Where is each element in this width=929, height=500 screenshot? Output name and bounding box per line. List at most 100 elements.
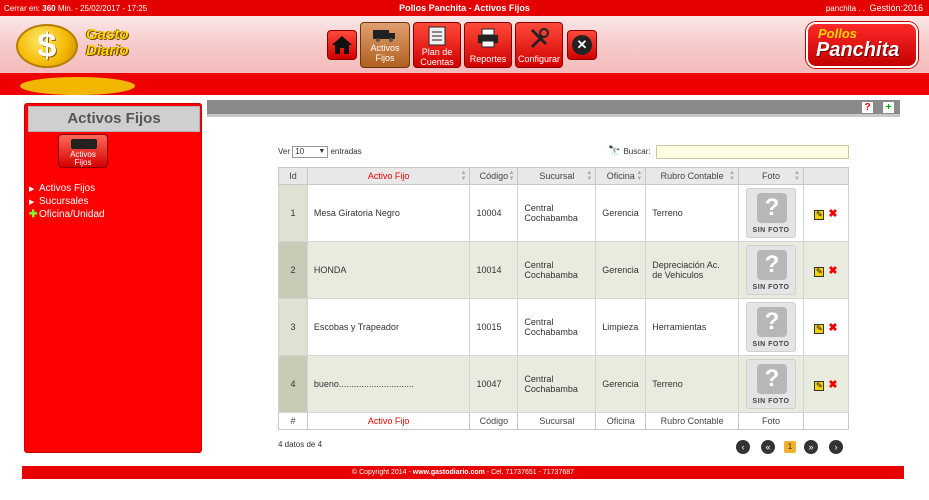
reportes-button[interactable]: Reportes	[464, 22, 512, 68]
column-header-id[interactable]: Id	[278, 167, 308, 185]
truck-icon	[373, 30, 395, 42]
sidebar-item-sucursales[interactable]: ▶ Sucursales	[29, 195, 105, 208]
copyright-text: © Copyright 2014 -	[351, 469, 413, 476]
table-row[interactable]: 3 Escobas y Trapeador 10015 Central Cocha…	[278, 298, 849, 356]
footer-oficina: Oficina	[595, 412, 647, 430]
search-input[interactable]	[656, 145, 849, 159]
sidebar-item-label: Activos Fijos	[39, 183, 96, 194]
logo-line1: Gasto	[86, 26, 129, 43]
edit-icon[interactable]: ✎	[814, 266, 825, 277]
site-link[interactable]: www.gastodiario.com	[413, 469, 485, 476]
configurar-button[interactable]: Configurar	[515, 22, 563, 68]
sidebar-icon-label-2: Fijos	[74, 158, 92, 167]
column-header-rubro[interactable]: Rubro Contable ▲ ▼	[645, 167, 740, 185]
column-header-codigo[interactable]: Código ▲ ▼	[469, 167, 519, 185]
cell-sucursal: Central Cochabamba	[517, 184, 597, 242]
column-header-oficina[interactable]: Oficina ▲ ▼	[595, 167, 647, 185]
header-label: Código	[479, 171, 509, 181]
cell-foto: ? SIN FOTO	[738, 298, 804, 356]
sidebar-activos-button[interactable]: Activos Fijos	[58, 134, 108, 168]
rubro-line1: Herramientas	[652, 322, 707, 332]
no-photo-placeholder[interactable]: ? SIN FOTO	[746, 359, 797, 409]
edit-icon[interactable]: ✎	[814, 380, 825, 391]
delete-icon[interactable]: ✖	[828, 207, 837, 220]
home-button[interactable]	[327, 30, 357, 60]
sucursal-line1: Central	[524, 260, 554, 270]
cell-activo: bueno..............................	[306, 355, 471, 413]
buscar-label: Buscar:	[623, 147, 651, 156]
footer-foto: Foto	[738, 412, 804, 430]
column-header-activo[interactable]: Activo Fijo ▲ ▼	[306, 167, 471, 185]
sucursal-line2: Cochabamba	[524, 384, 578, 394]
pagination-first-button[interactable]: «	[761, 440, 775, 454]
no-photo-placeholder[interactable]: ? SIN FOTO	[746, 245, 797, 295]
cell-activo: Escobas y Trapeador	[306, 298, 471, 356]
delete-icon[interactable]: ✖	[828, 321, 837, 334]
header-label: Oficina	[606, 171, 635, 181]
column-header-sucursal[interactable]: Sucursal ▲ ▼	[517, 167, 597, 185]
cell-actions: ✎ ✖	[803, 241, 849, 299]
pagination-last-button[interactable]: »	[804, 440, 818, 454]
logout-button[interactable]: ✕	[567, 30, 597, 60]
edit-icon[interactable]: ✎	[814, 209, 825, 220]
cell-oficina: Gerencia	[595, 355, 647, 413]
delete-icon[interactable]: ✖	[828, 264, 837, 277]
cell-activo: Mesa Giratoria Negro	[306, 184, 471, 242]
sucursal-line1: Central	[524, 203, 554, 213]
printer-icon	[478, 28, 498, 48]
cell-actions: ✎ ✖	[803, 184, 849, 242]
column-header-foto[interactable]: Foto ▲ ▼	[738, 167, 804, 185]
cell-actions: ✎ ✖	[803, 355, 849, 413]
activos-fijos-button[interactable]: Activos Fijos	[360, 22, 410, 68]
cell-rubro: Terreno	[645, 184, 740, 242]
edit-icon[interactable]: ✎	[814, 323, 825, 334]
sort-icon: ▲ ▼	[794, 170, 800, 182]
close-icon: ✕	[572, 35, 592, 55]
footer-actions	[803, 412, 849, 430]
activos-table: Id Activo Fijo ▲ ▼ Código ▲ ▼ Sucursal ▲ ▼ Ofi…	[278, 167, 849, 430]
pagination-next-button[interactable]: ›	[829, 440, 843, 454]
cell-rubro: Depreciación Ac. de Vehiculos	[645, 241, 740, 299]
gestion-label: Gestión:2016	[869, 3, 923, 13]
question-icon: ?	[757, 193, 788, 223]
cell-id: 4	[278, 355, 308, 413]
header-label: Activo Fijo	[367, 171, 410, 181]
no-photo-placeholder[interactable]: ? SIN FOTO	[746, 188, 797, 238]
add-button[interactable]: +	[882, 101, 895, 114]
delete-icon[interactable]: ✖	[828, 378, 837, 391]
pagination-previous-button[interactable]: ‹	[736, 440, 750, 454]
table-row[interactable]: 2 HONDA 10014 Central Cochabamba Gerencia…	[278, 241, 849, 299]
user-name: panchita . .	[825, 4, 865, 13]
page-length-value: 10	[295, 147, 305, 156]
page-length-select[interactable]: 10 ▼	[292, 146, 329, 158]
sidebar-item-activos-fijos[interactable]: ▶ Activos Fijos	[29, 182, 105, 195]
rubro-line2: de Vehiculos	[652, 270, 704, 280]
pagination-current-page[interactable]: 1	[784, 441, 796, 453]
no-photo-placeholder[interactable]: ? SIN FOTO	[746, 302, 797, 352]
plan-de-cuentas-button[interactable]: Plan de Cuentas	[413, 22, 461, 68]
cell-codigo: 10015	[469, 298, 519, 356]
brand-line2: Panchita	[816, 39, 900, 61]
question-icon: ?	[757, 250, 788, 280]
sort-icon: ▲ ▼	[729, 170, 736, 182]
footer-codigo: Código	[469, 412, 519, 430]
cell-foto: ? SIN FOTO	[738, 184, 804, 242]
table-footer-row: # Activo Fijo Código Sucursal Oficina Ru…	[278, 412, 849, 430]
double-chevron-left-icon: «	[765, 442, 771, 452]
column-header-actions	[803, 167, 849, 185]
dollar-coin-icon: $	[16, 24, 78, 68]
logo-shadow	[20, 77, 135, 95]
app-logo[interactable]: Gasto Diario	[86, 27, 129, 59]
table-row[interactable]: 1 Mesa Giratoria Negro 10004 Central Coch…	[278, 184, 849, 242]
activos-label-1: Activos	[370, 43, 400, 53]
question-icon: ?	[757, 307, 788, 337]
sidebar-item-oficina-unidad[interactable]: ✚ Oficina/Unidad	[29, 208, 105, 221]
cell-foto: ? SIN FOTO	[738, 241, 804, 299]
configurar-label: Configurar	[517, 54, 561, 64]
reportes-label: Reportes	[469, 54, 507, 64]
header-label: Foto	[762, 171, 781, 181]
chevron-left-icon: ‹	[741, 442, 745, 452]
help-button[interactable]: ?	[861, 101, 874, 114]
table-row[interactable]: 4 bueno.............................. 10…	[278, 355, 849, 413]
logo-line2: Diario	[86, 42, 129, 59]
